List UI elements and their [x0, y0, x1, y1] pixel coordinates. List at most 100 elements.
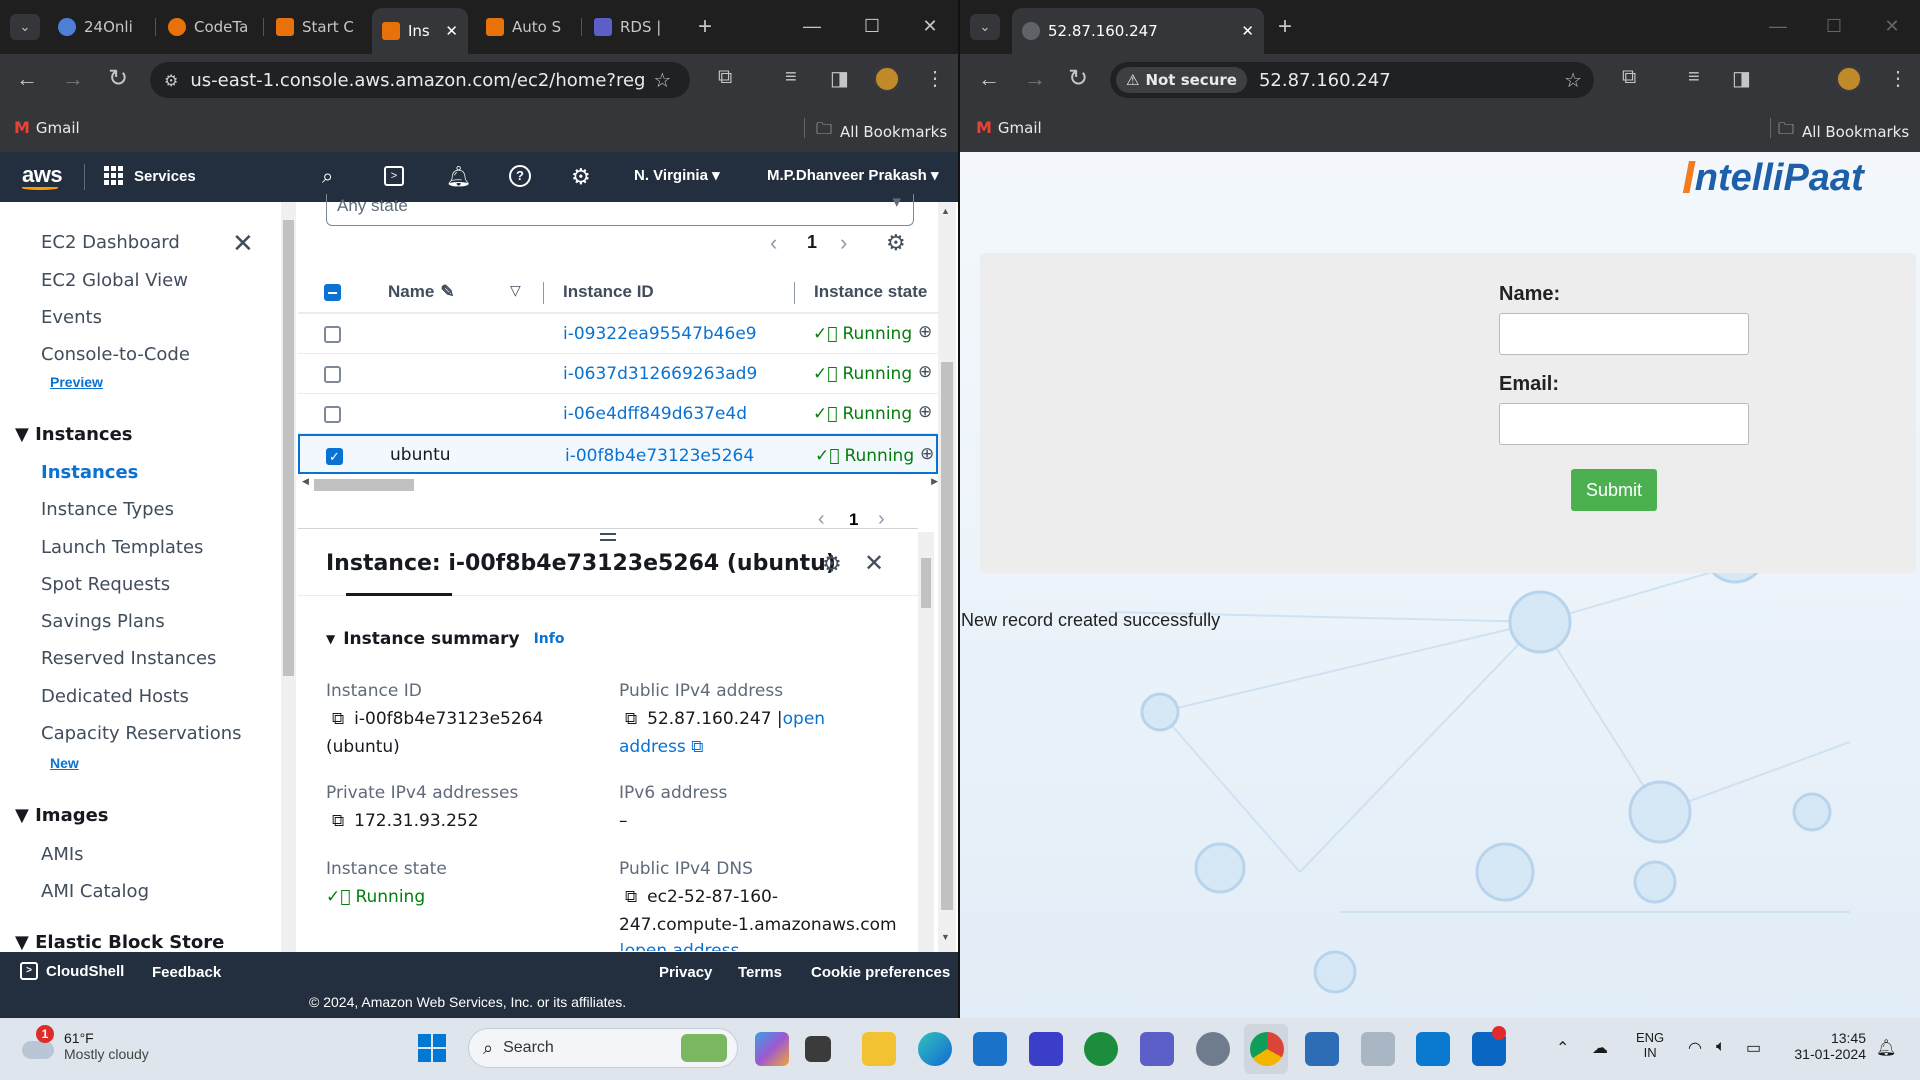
- row-checkbox[interactable]: [324, 326, 341, 343]
- vmware-icon[interactable]: [1029, 1032, 1063, 1066]
- cloudshell-button[interactable]: > CloudShell: [20, 962, 124, 980]
- forward-icon[interactable]: →: [62, 66, 84, 92]
- chrome-icon[interactable]: [1250, 1032, 1284, 1066]
- nav-events[interactable]: Events: [41, 307, 102, 328]
- instance-id-link[interactable]: i-00f8b4e73123e5264: [565, 446, 754, 466]
- teams-icon[interactable]: [1140, 1032, 1174, 1066]
- open-address-link-3[interactable]: |open address: [619, 941, 739, 951]
- address-bar[interactable]: ⚙ us-east-1.console.aws.amazon.com/ec2/h…: [150, 62, 690, 98]
- windows-start-icon[interactable]: [418, 1034, 446, 1062]
- search-icon[interactable]: ⌕: [322, 166, 333, 189]
- gmail-bookmark[interactable]: M Gmail: [976, 118, 1042, 137]
- submit-button[interactable]: Submit: [1571, 469, 1657, 511]
- nav-ec2-dashboard[interactable]: EC2 Dashboard: [41, 232, 180, 253]
- nav-spot-requests[interactable]: Spot Requests: [41, 574, 170, 595]
- tab-rds[interactable]: RDS |: [584, 10, 684, 44]
- edge-browser-icon[interactable]: [918, 1032, 952, 1066]
- maximize-icon[interactable]: ☐: [1822, 14, 1846, 38]
- weather-widget[interactable]: 1 61°F Mostly cloudy: [20, 1025, 149, 1062]
- remote-desktop-icon[interactable]: [1305, 1032, 1339, 1066]
- cloudshell-icon[interactable]: >: [384, 166, 404, 186]
- table-row[interactable]: i-09322ea95547b46e9 ✓⃝ Running ⊕: [298, 314, 938, 354]
- zoom-icon[interactable]: ⊕: [918, 362, 932, 382]
- new-badge[interactable]: New: [50, 755, 79, 771]
- nav-reserved-instances[interactable]: Reserved Instances: [41, 648, 216, 669]
- help-icon[interactable]: ?: [509, 165, 531, 187]
- copy-icon[interactable]: ⧉: [625, 709, 637, 729]
- tab-ip-page-active[interactable]: 52.87.160.247 ✕: [1012, 8, 1264, 54]
- close-panel-icon[interactable]: ✕: [864, 549, 884, 578]
- prev-page-icon[interactable]: ‹: [770, 230, 777, 256]
- vscode-icon[interactable]: [1416, 1032, 1450, 1066]
- next-page-icon[interactable]: ›: [840, 230, 847, 256]
- drag-handle-icon[interactable]: [600, 533, 616, 541]
- table-preferences-gear-icon[interactable]: ⚙: [886, 230, 906, 256]
- all-bookmarks[interactable]: 🗀 All Bookmarks: [816, 118, 947, 145]
- profile-avatar[interactable]: [1836, 66, 1862, 92]
- tab-search-button[interactable]: ⌄: [10, 14, 40, 40]
- nav-savings-plans[interactable]: Savings Plans: [41, 611, 165, 632]
- instance-id-link[interactable]: i-0637d312669263ad9: [563, 364, 757, 384]
- zoom-icon[interactable]: ⊕: [920, 444, 934, 464]
- close-window-icon[interactable]: ✕: [1880, 14, 1904, 38]
- instance-summary-header[interactable]: ▼ Instance summary Info: [326, 629, 564, 649]
- name-input[interactable]: [1499, 313, 1749, 355]
- instances-section-header[interactable]: ▼ Instances: [15, 424, 133, 445]
- file-explorer-icon[interactable]: [862, 1032, 896, 1066]
- preview-badge[interactable]: Preview: [50, 374, 103, 390]
- feedback-link[interactable]: Feedback: [152, 964, 221, 981]
- minimize-icon[interactable]: —: [1766, 14, 1790, 38]
- reload-icon[interactable]: ↻: [1068, 64, 1088, 93]
- gmail-bookmark[interactable]: M Gmail: [14, 118, 80, 137]
- nav-ec2-global-view[interactable]: EC2 Global View: [41, 270, 188, 291]
- tab-codetantra[interactable]: CodeTa: [158, 10, 258, 44]
- menu-kebab-icon[interactable]: ⋮: [925, 66, 945, 91]
- copy-icon[interactable]: ⧉: [332, 709, 344, 729]
- not-secure-chip[interactable]: ⚠ Not secure: [1116, 67, 1247, 93]
- account-menu[interactable]: M.P.Dhanveer Prakash ▾: [767, 166, 939, 184]
- details-settings-gear-icon[interactable]: ⚙: [822, 551, 842, 577]
- table-horizontal-scrollbar[interactable]: ◀ ▶: [302, 475, 942, 493]
- close-sidebar-icon[interactable]: ✕: [232, 228, 254, 259]
- copy-icon[interactable]: ⧉: [332, 811, 344, 831]
- row-checkbox[interactable]: [324, 406, 341, 423]
- clock[interactable]: 13:45 31-01-2024: [1786, 1030, 1866, 1062]
- aws-logo[interactable]: aws: [22, 162, 63, 190]
- instance-id-link[interactable]: i-06e4dff849d637e4d: [563, 404, 747, 424]
- main-scrollbar[interactable]: ▲ ▼: [938, 202, 956, 952]
- privacy-link[interactable]: Privacy: [659, 964, 712, 981]
- tab-start[interactable]: Start C: [266, 10, 366, 44]
- page-number[interactable]: 1: [807, 232, 817, 253]
- close-window-icon[interactable]: ✕: [918, 14, 942, 38]
- open-address-link[interactable]: open: [783, 709, 825, 729]
- back-icon[interactable]: ←: [978, 66, 1000, 92]
- notifications-bell-icon[interactable]: 🔔︎: [446, 164, 471, 189]
- extensions-icon[interactable]: ⧉: [718, 66, 732, 89]
- copy-icon[interactable]: ⧉: [625, 887, 637, 907]
- name-column-header[interactable]: Name ✎: [388, 282, 455, 302]
- copilot-icon[interactable]: [755, 1032, 789, 1066]
- new-tab-button[interactable]: +: [1270, 12, 1300, 42]
- tab-instances-active[interactable]: Ins ✕: [372, 8, 468, 54]
- language-indicator[interactable]: ENG IN: [1636, 1030, 1664, 1060]
- email-input[interactable]: [1499, 403, 1749, 445]
- site-info-icon[interactable]: ⚙: [164, 71, 178, 90]
- instance-id-link[interactable]: i-09322ea95547b46e9: [563, 324, 757, 344]
- xbox-icon[interactable]: [1084, 1032, 1118, 1066]
- ebs-section-header[interactable]: ▼ Elastic Block Store: [15, 932, 224, 953]
- menu-kebab-icon[interactable]: ⋮: [1888, 66, 1908, 91]
- tab-auto-scaling[interactable]: Auto S: [476, 10, 576, 44]
- sidebar-scrollbar[interactable]: [281, 202, 296, 952]
- new-tab-button[interactable]: +: [690, 12, 720, 42]
- nav-ami-catalog[interactable]: AMI Catalog: [41, 881, 149, 902]
- table-row-selected[interactable]: ✓ ubuntu i-00f8b4e73123e5264 ✓⃝ Running ⊕: [298, 434, 938, 474]
- nav-instance-types[interactable]: Instance Types: [41, 499, 174, 520]
- tab-search-button[interactable]: ⌄: [970, 14, 1000, 40]
- maximize-icon[interactable]: ☐: [860, 14, 884, 38]
- state-column-header[interactable]: Instance state: [814, 282, 927, 302]
- select-all-checkbox[interactable]: [324, 284, 341, 301]
- services-menu[interactable]: Services: [104, 166, 196, 186]
- state-filter-select[interactable]: Any state ▾: [326, 194, 914, 226]
- nav-instances-active[interactable]: Instances: [41, 462, 138, 483]
- row-checkbox[interactable]: [324, 366, 341, 383]
